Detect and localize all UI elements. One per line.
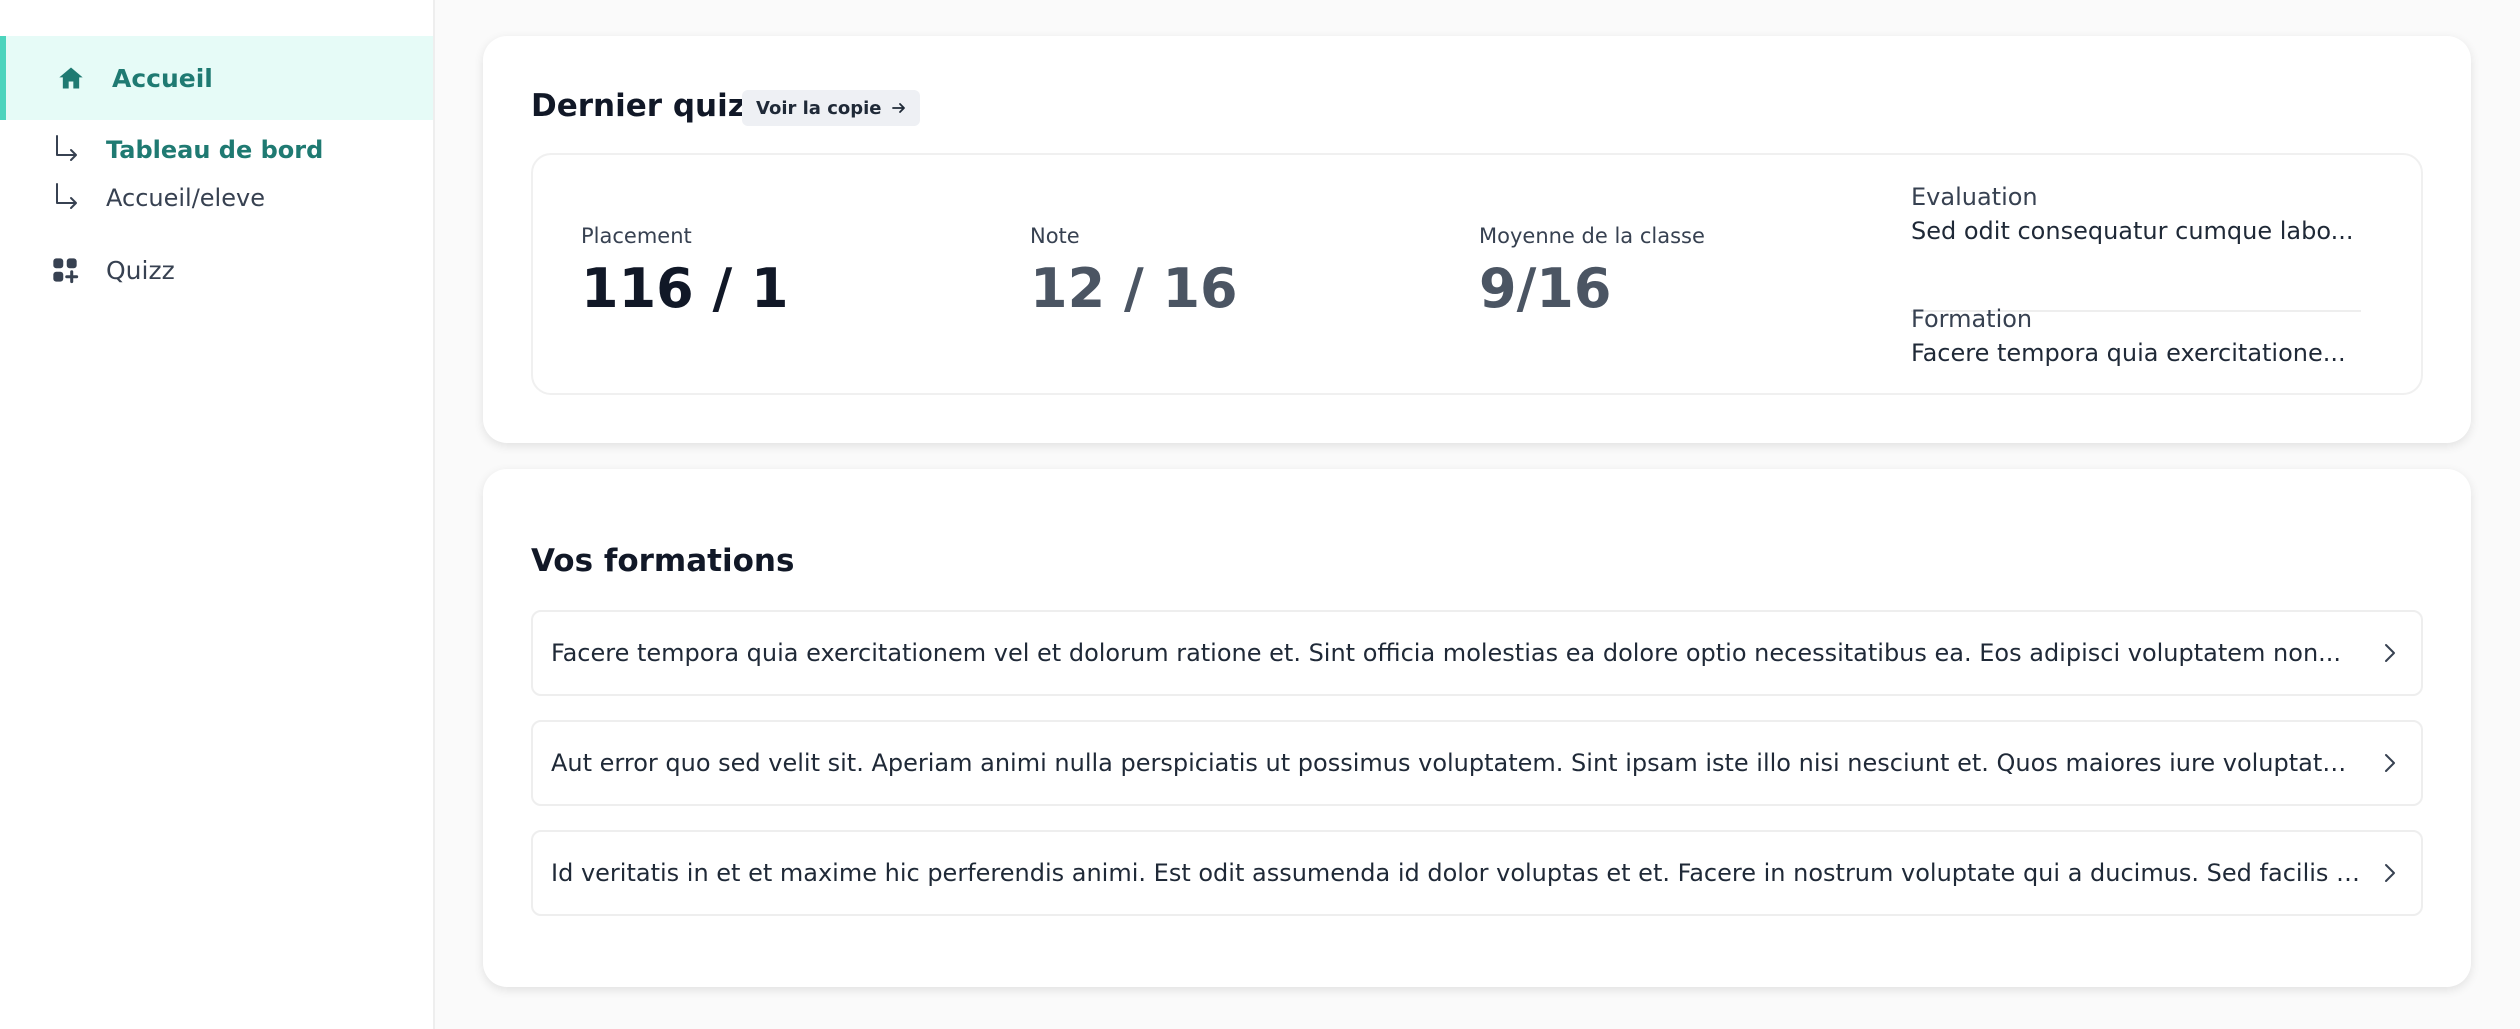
view-copy-button[interactable]: Voir la copie — [742, 90, 920, 126]
home-icon — [56, 63, 86, 93]
formation-text: Facere tempora quia exercitatione... — [1911, 339, 2346, 367]
quiz-stats-panel: Placement 116 / 1 Note 12 / 16 Moyenne d… — [531, 153, 2423, 395]
formation-list-item[interactable]: Aut error quo sed velit sit. Aperiam ani… — [531, 720, 2423, 806]
evaluation-label: Evaluation — [1911, 183, 2038, 211]
stat-label: Placement — [581, 224, 692, 248]
last-quiz-title: Dernier quiz — [531, 88, 746, 124]
subitem-arrow-icon — [54, 182, 80, 212]
sidebar-subitem-tableau-de-bord[interactable]: Tableau de bord — [0, 128, 433, 172]
sidebar-item-label: Accueil — [112, 63, 213, 93]
arrow-right-icon — [891, 98, 906, 119]
stat-label: Note — [1030, 224, 1080, 248]
last-quiz-card: Dernier quiz Voir la copie Placement 116… — [483, 36, 2471, 443]
sidebar-item-accueil[interactable]: Accueil — [0, 36, 433, 120]
sidebar: Accueil Tableau de bord Accueil/eleve Qu… — [0, 0, 435, 1029]
stat-label: Moyenne de la classe — [1479, 224, 1705, 248]
stat-value: 12 / 16 — [1030, 257, 1238, 320]
evaluation-text: Sed odit consequatur cumque labo... — [1911, 217, 2354, 245]
formations-card: Vos formations Facere tempora quia exerc… — [483, 469, 2471, 987]
formation-item-text: Id veritatis in et et maxime hic perfere… — [551, 859, 2361, 887]
formation-list-item[interactable]: Facere tempora quia exercitationem vel e… — [531, 610, 2423, 696]
sidebar-item-quizz[interactable]: Quizz — [0, 228, 433, 312]
sidebar-subitem-label: Tableau de bord — [106, 136, 324, 164]
view-copy-label: Voir la copie — [756, 97, 882, 119]
stat-value: 116 / 1 — [581, 257, 789, 320]
chevron-right-icon — [2379, 750, 2401, 776]
chevron-right-icon — [2379, 860, 2401, 886]
formation-info: Formation Facere tempora quia exercitati… — [1911, 305, 2361, 367]
formation-item-text: Aut error quo sed velit sit. Aperiam ani… — [551, 749, 2361, 777]
chevron-right-icon — [2379, 640, 2401, 666]
sidebar-subitem-accueil-eleve[interactable]: Accueil/eleve — [0, 176, 433, 220]
evaluation-info: Evaluation Sed odit consequatur cumque l… — [1911, 183, 2361, 245]
sidebar-subitem-label: Accueil/eleve — [106, 184, 265, 212]
sidebar-item-label: Quizz — [106, 255, 175, 285]
formation-label: Formation — [1911, 305, 2033, 333]
formation-item-text: Facere tempora quia exercitationem vel e… — [551, 639, 2342, 667]
subitem-arrow-icon — [54, 134, 80, 164]
formations-title: Vos formations — [531, 543, 795, 579]
grid-plus-icon — [50, 255, 80, 285]
formation-list-item[interactable]: Id veritatis in et et maxime hic perfere… — [531, 830, 2423, 916]
stat-value: 9/16 — [1479, 257, 1612, 320]
